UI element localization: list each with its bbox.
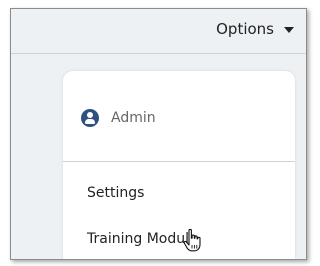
user-icon (81, 109, 99, 127)
user-name: Admin (111, 110, 156, 126)
hand-pointer-icon (183, 228, 201, 252)
user-row: Admin (81, 109, 156, 127)
options-dropdown-button[interactable]: Options (216, 20, 294, 38)
app-window: Options Admin Settings Training Module (10, 8, 307, 260)
menu-item-settings[interactable]: Settings (87, 185, 144, 201)
caret-down-icon (284, 27, 294, 33)
options-label: Options (216, 20, 274, 38)
top-bar: Options (11, 9, 306, 54)
options-menu: Admin Settings Training Module (63, 71, 295, 259)
menu-divider (63, 161, 295, 162)
